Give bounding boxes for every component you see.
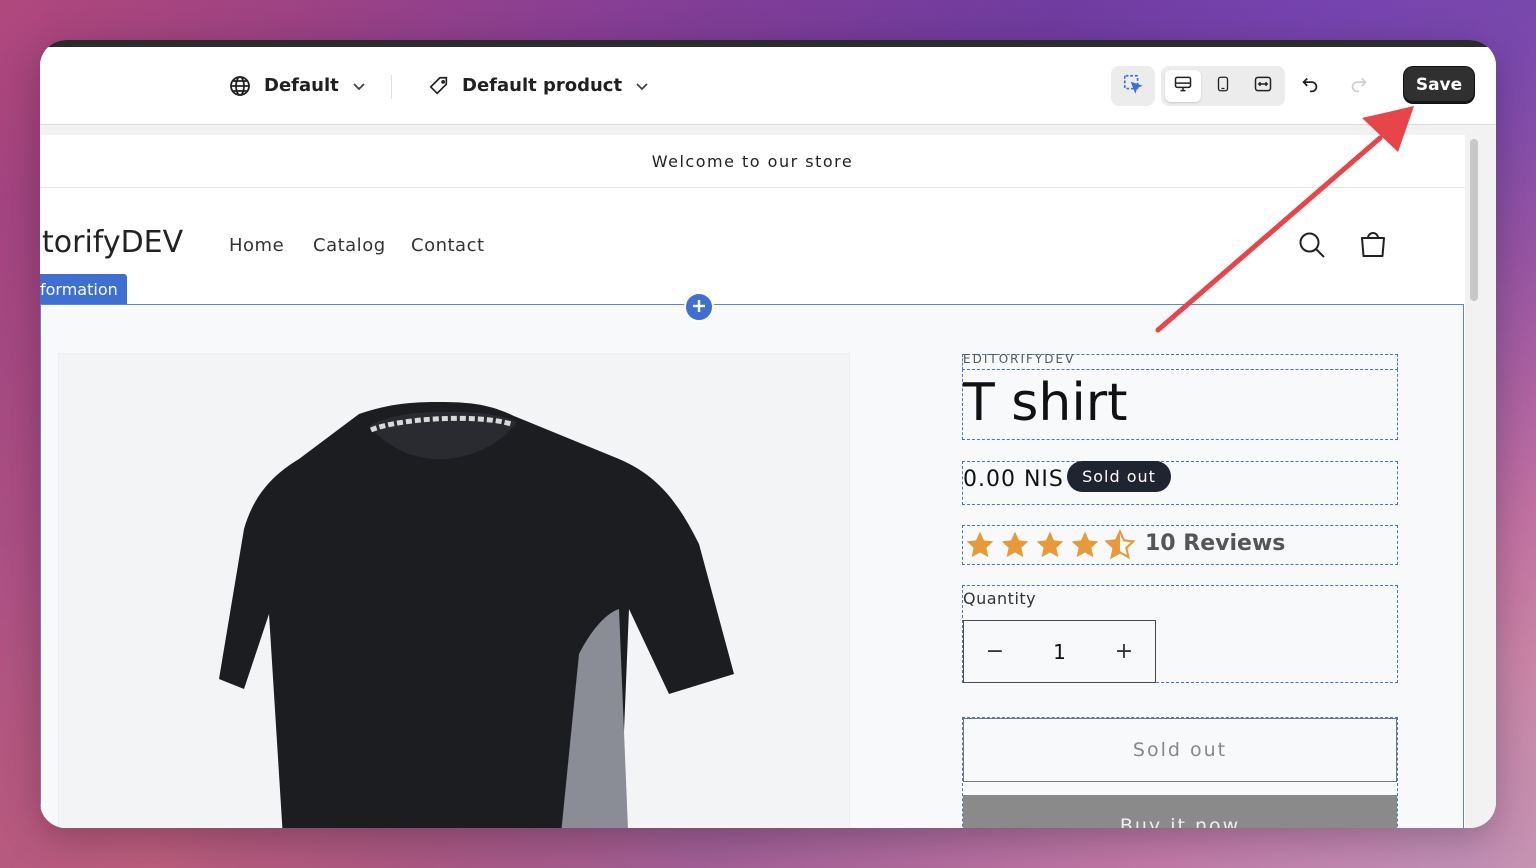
quantity-stepper[interactable]: − 1 + xyxy=(963,620,1156,683)
store-logo[interactable]: torifyDEV xyxy=(42,225,183,260)
redo-icon xyxy=(1348,73,1370,99)
star-icon xyxy=(1071,531,1099,558)
product-vendor: EDITORIFYDEV xyxy=(963,352,1076,366)
scrollbar-thumb[interactable] xyxy=(1470,139,1478,301)
inspector-button[interactable] xyxy=(1115,70,1151,102)
save-button[interactable]: Save xyxy=(1404,67,1474,103)
redo-button[interactable] xyxy=(1341,70,1377,102)
star-icon xyxy=(1036,531,1064,558)
chevron-down-icon xyxy=(634,78,650,94)
storefront: Welcome to our store torifyDEV Home Cata… xyxy=(40,135,1465,828)
fullwidth-view-button[interactable] xyxy=(1245,70,1281,102)
product-media[interactable] xyxy=(58,353,850,828)
mobile-icon xyxy=(1214,74,1232,98)
undo-icon xyxy=(1299,73,1321,99)
product-price: 0.00 NIS xyxy=(963,467,1064,492)
desktop-view-button[interactable] xyxy=(1165,70,1201,102)
template-selector[interactable]: Default product xyxy=(428,47,650,124)
add-section-button[interactable] xyxy=(684,292,714,322)
nav-link-catalog[interactable]: Catalog xyxy=(313,235,386,256)
inspector-toggle-group xyxy=(1111,66,1155,106)
template-label: Default product xyxy=(462,75,623,96)
locale-selector[interactable]: Default xyxy=(228,47,367,124)
tag-icon xyxy=(428,75,450,97)
nav-link-contact[interactable]: Contact xyxy=(411,235,485,256)
quantity-decrease-button[interactable]: − xyxy=(964,639,1026,664)
announcement-bar: Welcome to our store xyxy=(40,135,1465,188)
quantity-value[interactable]: 1 xyxy=(1026,640,1093,664)
quantity-increase-button[interactable]: + xyxy=(1093,639,1155,664)
review-count[interactable]: 10 Reviews xyxy=(1145,531,1285,556)
viewport-group xyxy=(1161,66,1285,106)
sold-out-button[interactable]: Sold out xyxy=(963,718,1397,782)
product-information-section[interactable]: EDITORIFYDEV T shirt 0.00 NIS Sold out 1… xyxy=(40,304,1464,828)
undo-button[interactable] xyxy=(1292,70,1328,102)
desktop-icon xyxy=(1173,74,1193,98)
half-star-icon xyxy=(1104,529,1136,560)
plus-icon xyxy=(692,298,706,317)
section-tag[interactable]: formation xyxy=(40,274,127,304)
select-cursor-icon xyxy=(1122,73,1144,99)
globe-icon xyxy=(228,74,252,98)
fullwidth-icon xyxy=(1253,74,1273,98)
nav-link-home[interactable]: Home xyxy=(229,235,284,256)
star-rating xyxy=(963,529,1137,561)
star-icon xyxy=(1001,531,1029,558)
announcement-text: Welcome to our store xyxy=(651,151,854,171)
tshirt-image xyxy=(219,402,734,828)
toolbar-divider xyxy=(391,75,392,99)
editor-window: Default Default product Save Welcome to … xyxy=(40,40,1496,828)
search-icon[interactable] xyxy=(1297,230,1327,264)
sold-out-badge: Sold out xyxy=(1067,461,1171,492)
window-top-strip xyxy=(40,40,1496,47)
cart-icon[interactable] xyxy=(1358,230,1388,264)
editor-toolbar: Default Default product Save xyxy=(40,47,1496,125)
chevron-down-icon xyxy=(351,78,367,94)
buy-now-button[interactable]: Buy it now xyxy=(963,795,1397,828)
star-icon xyxy=(966,531,994,558)
locale-label: Default xyxy=(264,75,339,96)
preview-scrollbar[interactable] xyxy=(1468,135,1480,818)
quantity-label: Quantity xyxy=(963,589,1037,608)
preview-area: Welcome to our store torifyDEV Home Cata… xyxy=(40,125,1496,828)
mobile-view-button[interactable] xyxy=(1205,70,1241,102)
product-title: T shirt xyxy=(963,373,1128,433)
